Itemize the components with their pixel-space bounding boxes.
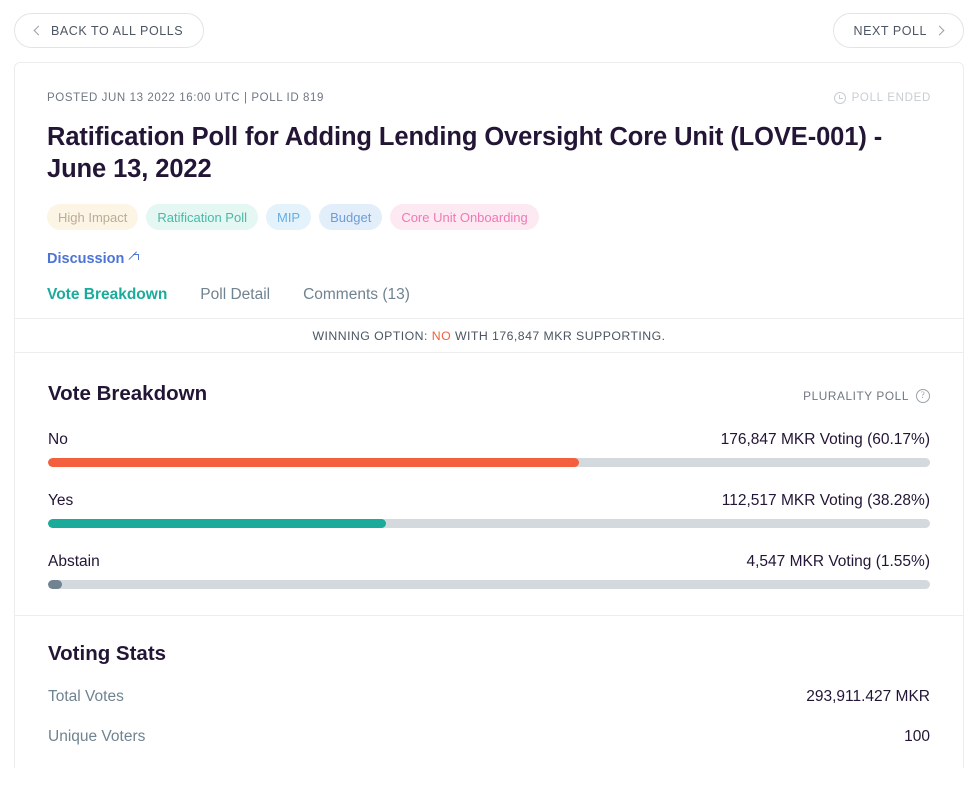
winning-option-value: NO: [432, 329, 451, 343]
poll-tabs: Vote Breakdown Poll Detail Comments (13): [47, 286, 931, 318]
vote-option-abstain-value: 4,547 MKR Voting (1.55%): [746, 553, 930, 571]
winning-prefix: WINNING OPTION:: [312, 329, 427, 343]
vote-option-yes-value: 112,517 MKR Voting (38.28%): [722, 492, 930, 510]
tag-core-unit-onboarding[interactable]: Core Unit Onboarding: [390, 204, 538, 230]
tag-budget[interactable]: Budget: [319, 204, 382, 230]
vote-option-no-row: No 176,847 MKR Voting (60.17%): [48, 431, 930, 449]
vote-option-abstain-row: Abstain 4,547 MKR Voting (1.55%): [48, 553, 930, 571]
vote-bar-fill-yes: [48, 519, 386, 528]
top-navigation-bar: BACK TO ALL POLLS NEXT POLL: [0, 0, 978, 62]
tab-vote-breakdown[interactable]: Vote Breakdown: [47, 286, 167, 304]
poll-card: POSTED JUN 13 2022 16:00 UTC | POLL ID 8…: [14, 62, 964, 768]
voting-stats-title: Voting Stats: [48, 642, 930, 666]
back-button-label: BACK TO ALL POLLS: [51, 24, 183, 38]
discussion-link[interactable]: Discussion: [47, 251, 138, 267]
voting-stats-row-total-votes: Total Votes 293,911.427 MKR: [48, 688, 930, 728]
vote-bar-fill-no: [48, 458, 579, 467]
vote-option-yes-label: Yes: [48, 492, 73, 510]
unique-voters-label: Unique Voters: [48, 728, 145, 746]
next-button-label: NEXT POLL: [854, 24, 928, 38]
tab-poll-detail[interactable]: Poll Detail: [200, 286, 270, 304]
vote-option-no: No 176,847 MKR Voting (60.17%): [48, 431, 930, 467]
poll-type-label: PLURALITY POLL: [803, 389, 909, 403]
poll-status-label: POLL ENDED: [852, 92, 931, 104]
vote-bar-track-abstain: [48, 580, 930, 589]
vote-breakdown-title: Vote Breakdown: [48, 382, 207, 406]
poll-type-indicator: PLURALITY POLL ?: [803, 389, 930, 406]
vote-option-no-label: No: [48, 431, 68, 449]
vote-option-yes: Yes 112,517 MKR Voting (38.28%): [48, 492, 930, 528]
tag-mip[interactable]: MIP: [266, 204, 311, 230]
external-link-icon: [129, 255, 138, 264]
tag-list: High Impact Ratification Poll MIP Budget…: [47, 204, 931, 230]
back-to-all-polls-button[interactable]: BACK TO ALL POLLS: [14, 13, 204, 48]
vote-bar-fill-abstain: [48, 580, 62, 589]
next-poll-button[interactable]: NEXT POLL: [833, 13, 965, 48]
clock-icon: [834, 92, 846, 104]
vote-breakdown-section: Vote Breakdown PLURALITY POLL ? No 176,8…: [15, 353, 963, 615]
vote-breakdown-header: Vote Breakdown PLURALITY POLL ?: [48, 382, 930, 406]
tag-ratification-poll[interactable]: Ratification Poll: [146, 204, 258, 230]
winning-suffix: WITH 176,847 MKR SUPPORTING.: [455, 329, 666, 343]
vote-bar-track-no: [48, 458, 930, 467]
discussion-link-label: Discussion: [47, 251, 124, 267]
vote-option-abstain-label: Abstain: [48, 553, 100, 571]
tag-high-impact[interactable]: High Impact: [47, 204, 138, 230]
vote-option-no-value: 176,847 MKR Voting (60.17%): [721, 431, 930, 449]
winning-option-banner: WINNING OPTION: NO WITH 176,847 MKR SUPP…: [15, 319, 963, 352]
poll-header: POSTED JUN 13 2022 16:00 UTC | POLL ID 8…: [15, 63, 963, 318]
unique-voters-value: 100: [904, 728, 930, 746]
vote-option-yes-row: Yes 112,517 MKR Voting (38.28%): [48, 492, 930, 510]
poll-detail-page: BACK TO ALL POLLS NEXT POLL POSTED JUN 1…: [0, 0, 978, 788]
vote-option-abstain: Abstain 4,547 MKR Voting (1.55%): [48, 553, 930, 589]
vote-bar-track-yes: [48, 519, 930, 528]
tab-comments[interactable]: Comments (13): [303, 286, 410, 304]
help-icon[interactable]: ?: [916, 389, 930, 403]
poll-posted-meta: POSTED JUN 13 2022 16:00 UTC | POLL ID 8…: [47, 92, 324, 104]
poll-status-badge: POLL ENDED: [834, 92, 931, 104]
total-votes-label: Total Votes: [48, 688, 124, 706]
page-title: Ratification Poll for Adding Lending Ove…: [47, 121, 917, 185]
chevron-left-icon: [34, 26, 44, 36]
chevron-right-icon: [935, 26, 945, 36]
voting-stats-section: Voting Stats Total Votes 293,911.427 MKR…: [15, 616, 963, 768]
poll-meta-row: POSTED JUN 13 2022 16:00 UTC | POLL ID 8…: [47, 89, 931, 107]
total-votes-value: 293,911.427 MKR: [806, 688, 930, 706]
voting-stats-row-unique-voters: Unique Voters 100: [48, 728, 930, 768]
